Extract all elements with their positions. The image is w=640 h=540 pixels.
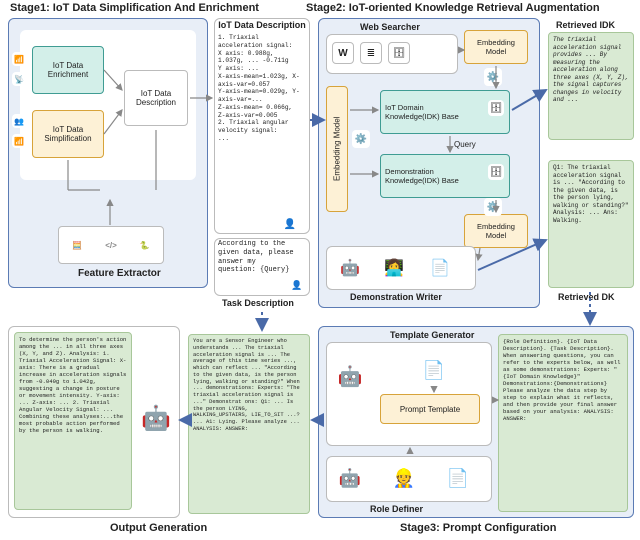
wifi-icon: 📡: [12, 72, 26, 86]
gears-icon-b: ⚙️: [352, 130, 370, 148]
output-heading: Output Generation: [110, 522, 207, 534]
retrieved-idk-card: The triaxial acceleration signal provide…: [548, 32, 634, 140]
demo-writer-label: Demonstration Writer: [350, 292, 442, 302]
iot-description-text: 1. Triaxial acceleration signal: X axis:…: [218, 34, 306, 212]
iot-enrichment-label: IoT Data Enrichment: [35, 61, 101, 79]
demo-base-label: Demonstration Knowledge(IDK) Base: [385, 167, 471, 185]
retrieved-dk-heading: Retrieved DK: [558, 292, 615, 302]
retrieved-idk-heading: Retrieved IDK: [556, 20, 615, 30]
embedding-model-c: Embedding Model: [464, 214, 528, 248]
iot-simplification-label: IoT Data Simplification: [35, 125, 101, 143]
retrieved-dk-card: Q1: The triaxial acceleration signal is …: [548, 160, 634, 288]
doc-icon-2: 📄: [420, 356, 448, 384]
feature-extractor-box: 🧮 </> 🐍: [58, 226, 164, 264]
python-icon: 🐍: [140, 241, 150, 250]
template-generator-label: Template Generator: [390, 330, 474, 340]
iot-description-box: IoT Data Description: [124, 70, 188, 126]
bot-icon-4: 🤖: [138, 400, 174, 436]
bot-icon-2: 🤖: [334, 360, 366, 392]
db-icon-3: 🗄: [488, 164, 504, 180]
gears-icon-a: ⚙️: [484, 68, 502, 86]
db-icon: 🗄: [388, 42, 410, 64]
signal2-icon: 📶: [12, 134, 26, 148]
idk-base-label: IoT Domain Knowledge(IDK) Base: [385, 103, 471, 121]
role-definer-label: Role Definer: [370, 504, 423, 514]
gears-icon-c: ⚙️: [484, 198, 502, 216]
stage3-heading: Stage3: Prompt Configuration: [400, 522, 556, 534]
iot-description-heading: IoT Data Description: [216, 20, 308, 30]
doc-icon: 📄: [426, 254, 454, 282]
code-icon: </>: [105, 241, 117, 250]
iot-description-label: IoT Data Description: [127, 89, 185, 107]
bot-icon-3: 🤖: [336, 464, 364, 492]
db-icon-2: 🗄: [488, 100, 504, 116]
embedding-model-b: Embedding Model: [326, 86, 348, 212]
calculator-icon: 🧮: [72, 241, 82, 250]
embedding-model-a: Embedding Model: [464, 30, 528, 64]
template-text-card: {Role Definition}. {IoT Data Description…: [498, 334, 628, 512]
task-description-text: According to the given data, please answ…: [218, 240, 298, 290]
stage1-title: Stage1: IoT Data Simplification And Enri…: [10, 2, 259, 14]
list-icon: ≣: [360, 42, 382, 64]
people-icon: 👥: [12, 114, 26, 128]
output-text-card: To determine the person's action among t…: [14, 332, 132, 510]
role-text-card: You are a Sensor Engineer who understand…: [188, 334, 310, 514]
doc-icon-3: 📄: [444, 464, 472, 492]
task-description-heading: Task Description: [222, 298, 294, 308]
writer-icon: 👩‍💻: [380, 254, 408, 282]
head-icon: 👤: [282, 216, 298, 232]
query-label: Query: [454, 140, 476, 149]
stage2-title: Stage2: IoT-oriented Knowledge Retrieval…: [306, 2, 600, 14]
signal-icon: 📶: [12, 52, 26, 66]
prompt-template-box: Prompt Template: [380, 394, 480, 424]
bot-icon: 🤖: [336, 254, 364, 282]
web-searcher-label: Web Searcher: [360, 22, 420, 32]
user-icon: 👤: [290, 278, 304, 292]
feature-extractor-label: Feature Extractor: [78, 268, 161, 279]
wiki-icon: W: [332, 42, 354, 64]
iot-simplification-box: IoT Data Simplification: [32, 110, 104, 158]
engineer-icon: 👷: [390, 464, 418, 492]
iot-enrichment-box: IoT Data Enrichment: [32, 46, 104, 94]
